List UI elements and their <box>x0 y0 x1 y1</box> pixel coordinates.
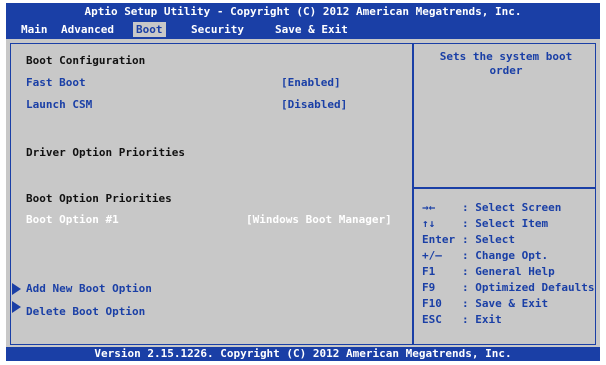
key-legend-item: →← : Select Screen <box>422 201 598 217</box>
fast-boot-row[interactable]: Fast Boot [Enabled] <box>26 76 341 89</box>
help-description: Sets the system boot order <box>439 50 573 77</box>
key-legend-item: F1 : General Help <box>422 265 598 281</box>
fast-boot-value[interactable]: [Enabled] <box>281 76 341 89</box>
tab-boot[interactable]: Boot <box>133 22 166 37</box>
key-legend-item: +/— : Change Opt. <box>422 249 598 265</box>
key-name: F1 <box>422 265 436 278</box>
add-new-boot-option-row[interactable]: Add New Boot Option <box>12 282 152 295</box>
section-heading-driver-option-priorities: Driver Option Priorities <box>26 146 185 159</box>
key-legend-item: Enter : Select <box>422 233 598 249</box>
launch-csm-label: Launch CSM <box>26 98 93 111</box>
key-name: F9 <box>422 281 436 294</box>
key-name: ESC <box>422 313 442 326</box>
submenu-arrow-icon <box>12 283 21 295</box>
key-legend-item: ↑↓ : Select Item <box>422 217 598 233</box>
tab-security[interactable]: Security <box>188 22 247 37</box>
key-name: Enter <box>422 233 456 246</box>
key-name: +/— <box>422 249 442 262</box>
key-legend-item: F9 : Optimized Defaults <box>422 281 598 297</box>
section-heading-boot-option-priorities: Boot Option Priorities <box>26 192 172 205</box>
key-description: : General Help <box>462 265 555 278</box>
boot-option-1-value[interactable]: [Windows Boot Manager] <box>246 213 392 226</box>
vertical-divider <box>412 43 414 345</box>
tab-save-exit[interactable]: Save & Exit <box>272 22 351 37</box>
key-legend-item: ESC : Exit <box>422 313 598 329</box>
tab-main[interactable]: Main <box>18 22 51 37</box>
key-name: F10 <box>422 297 442 310</box>
delete-boot-option-row[interactable]: Delete Boot Option <box>12 301 146 318</box>
window-title: Aptio Setup Utility - Copyright (C) 2012… <box>84 5 522 18</box>
launch-csm-row[interactable]: Launch CSM [Disabled] <box>26 98 347 111</box>
section-heading-boot-configuration: Boot Configuration <box>26 54 146 67</box>
key-legend: →← : Select Screen ↑↓ : Select Item Ente… <box>422 201 598 329</box>
key-legend-item: F10 : Save & Exit <box>422 297 598 313</box>
title-bar: Aptio Setup Utility - Copyright (C) 2012… <box>6 3 600 39</box>
key-description: : Select Screen <box>462 201 562 214</box>
boot-option-1-row[interactable]: Boot Option #1 [Windows Boot Manager] <box>26 213 392 226</box>
key-description: : Select <box>462 233 515 246</box>
key-description: : Exit <box>462 313 502 326</box>
version-footer: Version 2.15.1226. Copyright (C) 2012 Am… <box>6 347 600 361</box>
key-select-item-icon: ↑↓ <box>422 217 436 230</box>
fast-boot-label: Fast Boot <box>26 76 86 89</box>
help-divider <box>414 187 596 189</box>
boot-option-1-label: Boot Option #1 <box>26 213 119 226</box>
key-select-screen-icon: →← <box>422 201 436 214</box>
launch-csm-value[interactable]: [Disabled] <box>281 98 347 111</box>
key-description: : Select Item <box>462 217 549 230</box>
key-description: : Save & Exit <box>462 297 549 310</box>
bios-screen: Aptio Setup Utility - Copyright (C) 2012… <box>6 3 600 361</box>
key-description: : Optimized Defaults <box>462 281 595 294</box>
add-new-boot-option-label: Add New Boot Option <box>26 282 152 295</box>
tab-advanced[interactable]: Advanced <box>58 22 117 37</box>
delete-boot-option-label: Delete Boot Option <box>26 305 146 318</box>
submenu-arrow-icon <box>12 301 21 313</box>
key-description: : Change Opt. <box>462 249 549 262</box>
